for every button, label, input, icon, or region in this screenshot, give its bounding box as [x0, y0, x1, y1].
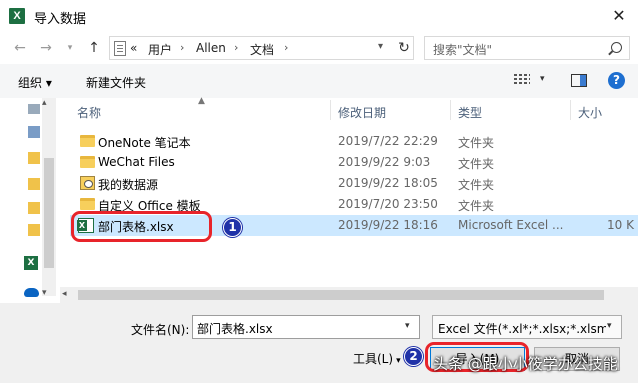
watermark: 头条 @跟小小筱学办公技能: [433, 355, 618, 373]
breadcrumb-documents[interactable]: 文档: [250, 41, 274, 58]
search-input[interactable]: 搜索"文档": [433, 41, 492, 58]
breadcrumb-allen[interactable]: Allen: [196, 41, 226, 55]
nav-item-icon[interactable]: [28, 104, 40, 114]
breadcrumb-separator-icon[interactable]: ›: [180, 41, 184, 54]
view-options-icon[interactable]: [514, 74, 530, 86]
filename-field[interactable]: 部门表格.xlsx ▾: [192, 315, 420, 339]
data-source-icon: [80, 176, 95, 190]
command-toolbar: 组织 ▾ 新建文件夹 ▾ ?: [0, 64, 638, 98]
breadcrumb-users[interactable]: 用户: [148, 41, 172, 58]
new-folder-button[interactable]: 新建文件夹: [86, 74, 146, 91]
navigation-bar: ← → ▾ ↑ « 用户 › Allen › 文档 › ▾ ↻ 搜索"文档": [0, 32, 638, 64]
navigation-pane: ▴ X ▾: [0, 98, 60, 308]
forward-arrow-icon[interactable]: →: [36, 38, 56, 58]
search-box[interactable]: 搜索"文档": [424, 36, 630, 60]
list-item[interactable]: WeChat Files 2019/9/22 9:03 文件夹: [70, 152, 638, 173]
file-type: 文件夹: [458, 157, 495, 171]
folder-icon[interactable]: [28, 224, 40, 236]
file-date: 2019/9/22 9:03: [338, 155, 431, 169]
breadcrumb-separator-icon[interactable]: ›: [234, 41, 238, 54]
file-type: 文件夹: [458, 136, 495, 150]
column-divider[interactable]: [570, 100, 571, 120]
folder-icon: [80, 156, 95, 168]
file-date: 2019/7/20 23:50: [338, 197, 438, 211]
filename-dropdown-icon[interactable]: ▾: [405, 321, 410, 331]
file-type: 文件夹: [458, 178, 495, 192]
scroll-left-icon[interactable]: ◂: [62, 289, 67, 299]
filetype-select[interactable]: Excel 文件(*.xl*;*.xlsx;*.xlsm;*. ▾: [432, 315, 622, 339]
horizontal-scrollbar[interactable]: ◂: [60, 287, 638, 303]
column-divider[interactable]: [330, 100, 331, 120]
column-name[interactable]: 名称: [77, 104, 101, 121]
tools-label[interactable]: 工具(L): [353, 352, 393, 366]
folder-icon[interactable]: [28, 152, 40, 164]
close-button[interactable]: ✕: [604, 4, 634, 28]
refresh-icon[interactable]: ↻: [395, 38, 413, 58]
sort-ascending-icon: ▲: [198, 96, 205, 106]
address-bar[interactable]: « 用户 › Allen › 文档 › ▾ ↻: [109, 36, 414, 60]
file-name: WeChat Files: [98, 155, 175, 169]
window-title: 导入数据: [34, 12, 87, 27]
help-icon[interactable]: ?: [608, 72, 625, 89]
title-bar: X 导入数据 ✕: [0, 0, 638, 32]
step-marker-1: 1: [223, 218, 242, 237]
onedrive-icon[interactable]: [24, 288, 39, 297]
scroll-up-icon[interactable]: ▴: [42, 98, 47, 108]
step-marker-2: 2: [404, 347, 423, 366]
folder-icon[interactable]: [28, 178, 40, 190]
navigation-scroll-thumb[interactable]: [44, 158, 54, 268]
file-size: 10 K: [607, 218, 634, 232]
documents-icon: [114, 41, 126, 56]
excel-app-icon: X: [9, 8, 25, 24]
column-date[interactable]: 修改日期: [338, 104, 386, 121]
recent-dropdown-icon[interactable]: ▾: [60, 38, 80, 58]
excel-nav-icon[interactable]: X: [24, 256, 38, 270]
view-dropdown-icon[interactable]: ▾: [540, 74, 545, 84]
file-date: 2019/9/22 18:05: [338, 176, 438, 190]
file-type: Microsoft Excel ...: [458, 218, 564, 232]
back-arrow-icon[interactable]: ←: [10, 38, 30, 58]
tools-menu[interactable]: 工具(L) ▾: [353, 350, 401, 367]
file-name: OneNote 笔记本: [98, 136, 191, 150]
annotation-highlight: [71, 211, 212, 242]
column-divider[interactable]: [450, 100, 451, 120]
filetype-dropdown-icon[interactable]: ▾: [607, 321, 612, 331]
file-name: 我的数据源: [98, 178, 159, 192]
breadcrumb-separator-icon[interactable]: ›: [284, 41, 288, 54]
filetype-value[interactable]: Excel 文件(*.xl*;*.xlsx;*.xlsm;*.: [438, 320, 606, 337]
breadcrumb-overflow[interactable]: «: [130, 41, 137, 55]
folder-icon[interactable]: [28, 202, 40, 214]
column-type[interactable]: 类型: [458, 104, 482, 121]
filename-label: 文件名(N):: [131, 323, 190, 337]
tools-dropdown-icon[interactable]: ▾: [396, 356, 401, 366]
organize-menu[interactable]: 组织 ▾: [18, 74, 52, 91]
list-item[interactable]: OneNote 笔记本 2019/7/22 22:29 文件夹: [70, 131, 638, 152]
folder-icon: [80, 198, 95, 210]
file-type: 文件夹: [458, 199, 495, 213]
scroll-down-icon[interactable]: ▾: [42, 288, 47, 298]
address-dropdown-icon[interactable]: ▾: [378, 41, 383, 52]
column-size[interactable]: 大小: [578, 104, 602, 121]
list-item[interactable]: 我的数据源 2019/9/22 18:05 文件夹: [70, 173, 638, 194]
file-date: 2019/7/22 22:29: [338, 134, 438, 148]
preview-pane-icon[interactable]: [571, 74, 587, 87]
search-icon[interactable]: [611, 42, 622, 53]
nav-item-icon[interactable]: [28, 126, 40, 138]
column-headers: ▲ 名称 修改日期 类型 大小: [60, 96, 638, 122]
up-arrow-icon[interactable]: ↑: [84, 38, 104, 58]
folder-icon: [80, 135, 95, 147]
filename-value[interactable]: 部门表格.xlsx: [197, 320, 273, 337]
horizontal-scroll-thumb[interactable]: [78, 290, 604, 300]
file-date: 2019/9/22 18:16: [338, 218, 438, 232]
